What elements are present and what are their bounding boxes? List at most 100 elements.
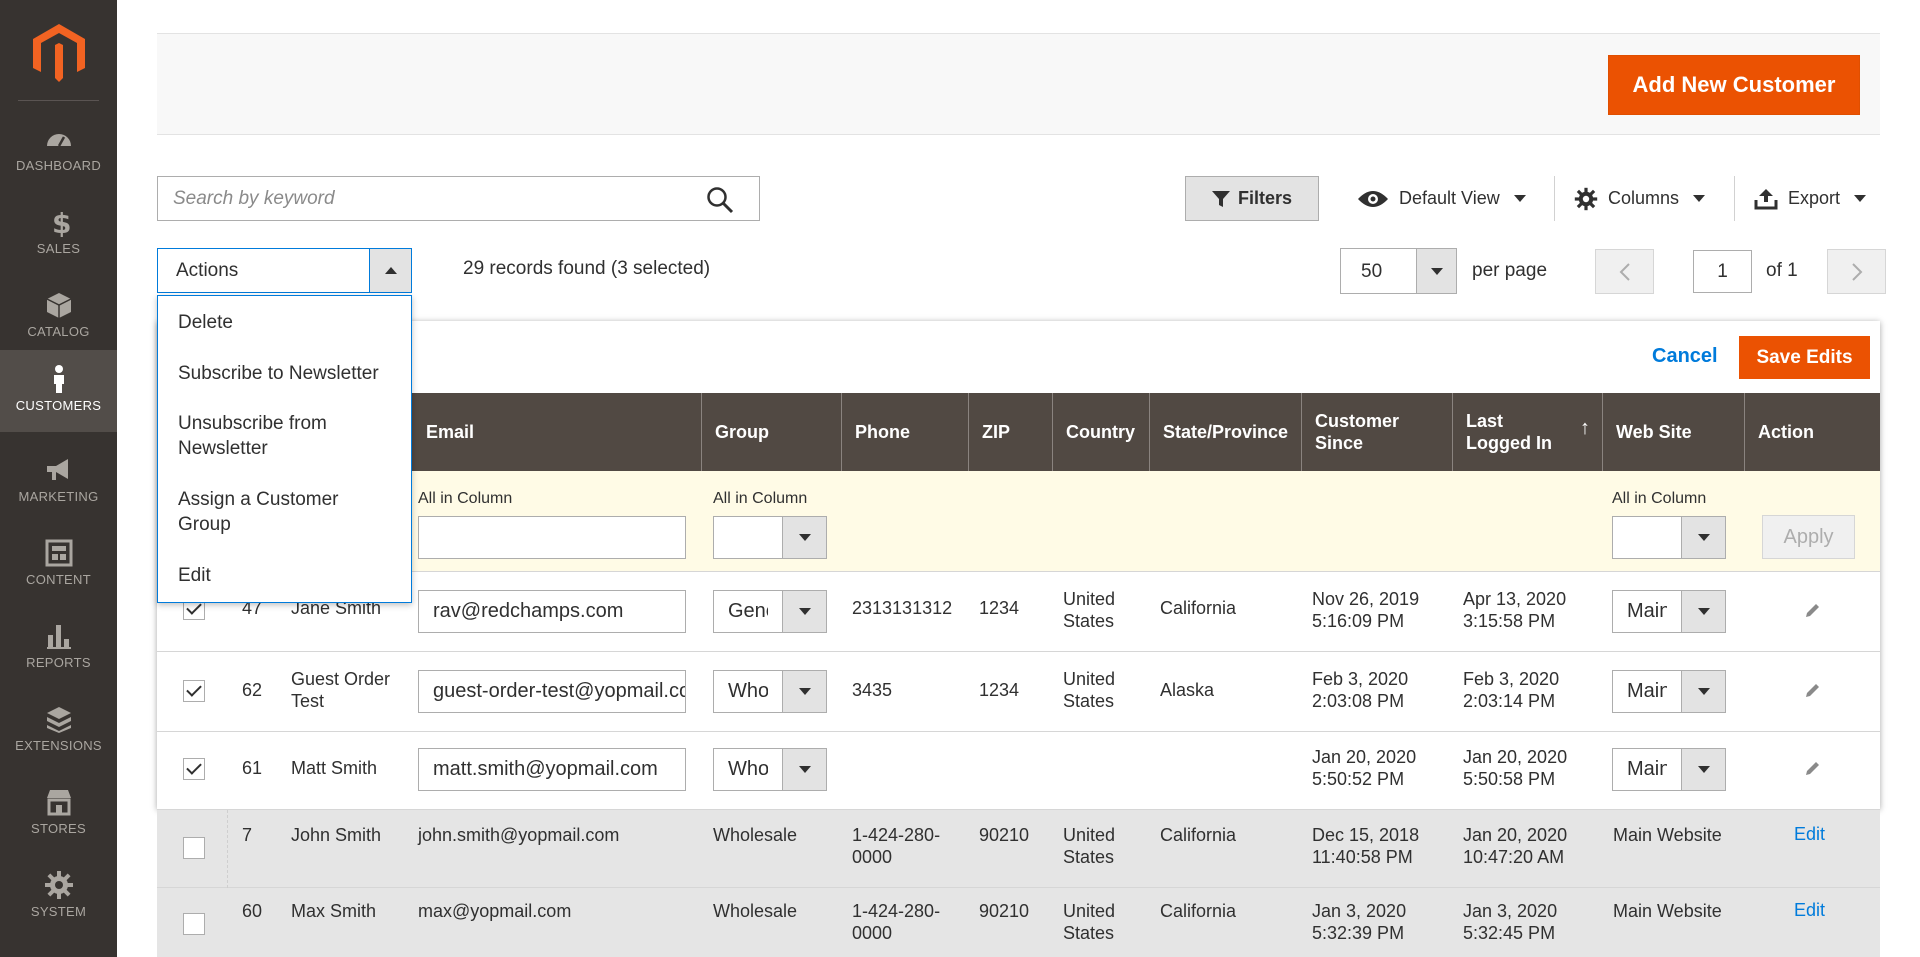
select-toggle[interactable] xyxy=(1681,749,1725,790)
search-input[interactable] xyxy=(158,177,698,220)
group-select[interactable]: General xyxy=(713,590,827,633)
select-toggle[interactable] xyxy=(1681,517,1725,558)
per-page-value: 50 xyxy=(1361,261,1383,282)
per-page-toggle[interactable] xyxy=(1416,249,1456,293)
menu-item-subscribe-newsletter[interactable]: Subscribe to Newsletter xyxy=(178,361,379,386)
column-header-website[interactable]: Web Site xyxy=(1602,393,1744,471)
column-header-state[interactable]: State/Province xyxy=(1149,393,1301,471)
column-header-country[interactable]: Country xyxy=(1052,393,1149,471)
column-header-phone[interactable]: Phone xyxy=(841,393,968,471)
cell-country: United States xyxy=(1063,825,1116,867)
column-header-customer-since[interactable]: Customer Since xyxy=(1301,393,1421,471)
pencil-icon[interactable] xyxy=(1803,760,1821,778)
per-page-select[interactable]: 50 xyxy=(1340,248,1457,294)
svg-text:$: $ xyxy=(52,207,71,237)
nav-system[interactable]: SYSTEM xyxy=(0,856,117,938)
apply-button[interactable]: Apply xyxy=(1762,515,1855,559)
nav-reports[interactable]: REPORTS xyxy=(0,607,117,689)
select-toggle[interactable] xyxy=(782,591,826,632)
group-value: Wholesale xyxy=(728,680,768,702)
next-page-button[interactable] xyxy=(1827,249,1886,294)
select-toggle[interactable] xyxy=(782,749,826,790)
search-box xyxy=(157,176,760,221)
website-select[interactable]: Main Website xyxy=(1612,748,1726,791)
cell-email: john.smith@yopmail.com xyxy=(418,825,620,845)
table-row[interactable]: 7 John Smith john.smith@yopmail.com Whol… xyxy=(157,810,1880,888)
previous-page-button[interactable] xyxy=(1595,249,1654,294)
actions-toggle[interactable] xyxy=(369,249,411,292)
save-edits-button[interactable]: Save Edits xyxy=(1739,336,1870,379)
cell-last-logged-in: Apr 13, 2020 3:15:58 PM xyxy=(1463,589,1567,631)
page-number-input[interactable]: 1 xyxy=(1693,250,1752,293)
email-field[interactable]: matt.smith@yopmail.com xyxy=(418,748,686,791)
mass-actions-dropdown[interactable]: Actions xyxy=(157,248,412,293)
nav-label: CONTENT xyxy=(26,572,91,587)
email-field[interactable]: rav@redchamps.com xyxy=(418,590,686,633)
website-select[interactable]: Main Website xyxy=(1612,590,1726,633)
nav-marketing[interactable]: MARKETING xyxy=(0,441,117,523)
cell-phone: 1-424-280-0000 xyxy=(852,825,941,867)
search-icon[interactable] xyxy=(706,186,734,214)
nav-label: SALES xyxy=(36,241,81,256)
row-checkbox[interactable] xyxy=(183,913,205,935)
row-checkbox[interactable] xyxy=(183,680,205,702)
row-checkbox[interactable] xyxy=(183,837,205,859)
table-row[interactable]: 61 Matt Smith matt.smith@yopmail.com Who… xyxy=(157,732,1880,810)
menu-item-edit[interactable]: Edit xyxy=(178,563,211,588)
nav-catalog[interactable]: CATALOG xyxy=(0,276,117,358)
nav-label: CUSTOMERS xyxy=(15,398,102,413)
mass-email-input[interactable] xyxy=(418,516,686,559)
row-edit-link[interactable]: Edit xyxy=(1794,900,1825,921)
website-select[interactable]: Main Website xyxy=(1612,670,1726,713)
mass-group-select[interactable] xyxy=(713,516,827,559)
cell-state: California xyxy=(1160,901,1237,921)
select-toggle[interactable] xyxy=(782,517,826,558)
pencil-icon[interactable] xyxy=(1803,682,1821,700)
nav-customers[interactable]: CUSTOMERS xyxy=(0,350,117,432)
group-select[interactable]: Wholesale xyxy=(713,748,827,791)
select-toggle[interactable] xyxy=(782,671,826,712)
nav-stores[interactable]: STORES xyxy=(0,773,117,855)
cell-last-logged-in: Jan 3, 2020 5:32:45 PM xyxy=(1463,901,1558,943)
magento-logo-icon[interactable] xyxy=(33,24,85,82)
email-field[interactable]: guest-order-test@yopmail.com xyxy=(418,670,686,713)
cancel-edits-button[interactable]: Cancel xyxy=(1652,345,1718,368)
menu-item-assign-customer-group[interactable]: Assign a Customer Group xyxy=(178,487,378,537)
column-header-email[interactable]: Email xyxy=(413,393,703,471)
cell-customer-since: Jan 3, 2020 5:32:39 PM xyxy=(1312,901,1407,943)
column-header-zip[interactable]: ZIP xyxy=(968,393,1052,471)
mass-website-select[interactable] xyxy=(1612,516,1726,559)
nav-dashboard[interactable]: DASHBOARD xyxy=(0,110,117,192)
pencil-icon[interactable] xyxy=(1803,602,1821,620)
select-toggle[interactable] xyxy=(1681,671,1725,712)
layout-icon xyxy=(45,539,72,567)
select-toggle[interactable] xyxy=(1681,591,1725,632)
cell-name: Matt Smith xyxy=(291,758,378,778)
cell-name: John Smith xyxy=(291,825,382,845)
column-header-last-logged-in[interactable]: Last Logged In ↑ xyxy=(1452,393,1602,471)
column-header-group[interactable]: Group xyxy=(701,393,843,471)
gear-icon xyxy=(1574,187,1598,210)
nav-sales[interactable]: $ SALES xyxy=(0,193,117,275)
table-row[interactable]: 60 Max Smith max@yopmail.com Wholesale 1… xyxy=(157,888,1880,957)
row-checkbox[interactable] xyxy=(183,758,205,780)
nav-extensions[interactable]: EXTENSIONS xyxy=(0,690,117,772)
row-edit-link[interactable]: Edit xyxy=(1794,824,1825,845)
table-row[interactable]: 62 Guest Order Test guest-order-test@yop… xyxy=(157,652,1880,732)
all-in-column-label: All in Column xyxy=(1612,490,1707,507)
group-select[interactable]: Wholesale xyxy=(713,670,827,713)
cell-customer-since: Nov 26, 2019 5:16:09 PM xyxy=(1312,589,1420,631)
default-view-dropdown[interactable]: Default View xyxy=(1357,176,1526,221)
columns-dropdown[interactable]: Columns xyxy=(1574,176,1706,221)
export-dropdown[interactable]: Export xyxy=(1754,176,1867,221)
all-in-column-label: All in Column xyxy=(418,490,513,507)
add-new-customer-button[interactable]: Add New Customer xyxy=(1608,55,1860,115)
filters-button[interactable]: Filters xyxy=(1185,176,1319,221)
nav-content[interactable]: CONTENT xyxy=(0,524,117,606)
table-row[interactable]: 47 Jane Smith rav@redchamps.com General … xyxy=(157,572,1880,652)
menu-item-unsubscribe-newsletter[interactable]: Unsubscribe from Newsletter xyxy=(178,411,378,461)
person-icon xyxy=(53,365,64,393)
page-total: of 1 xyxy=(1766,260,1798,281)
menu-item-delete[interactable]: Delete xyxy=(178,310,233,335)
filters-label: Filters xyxy=(1237,188,1293,208)
